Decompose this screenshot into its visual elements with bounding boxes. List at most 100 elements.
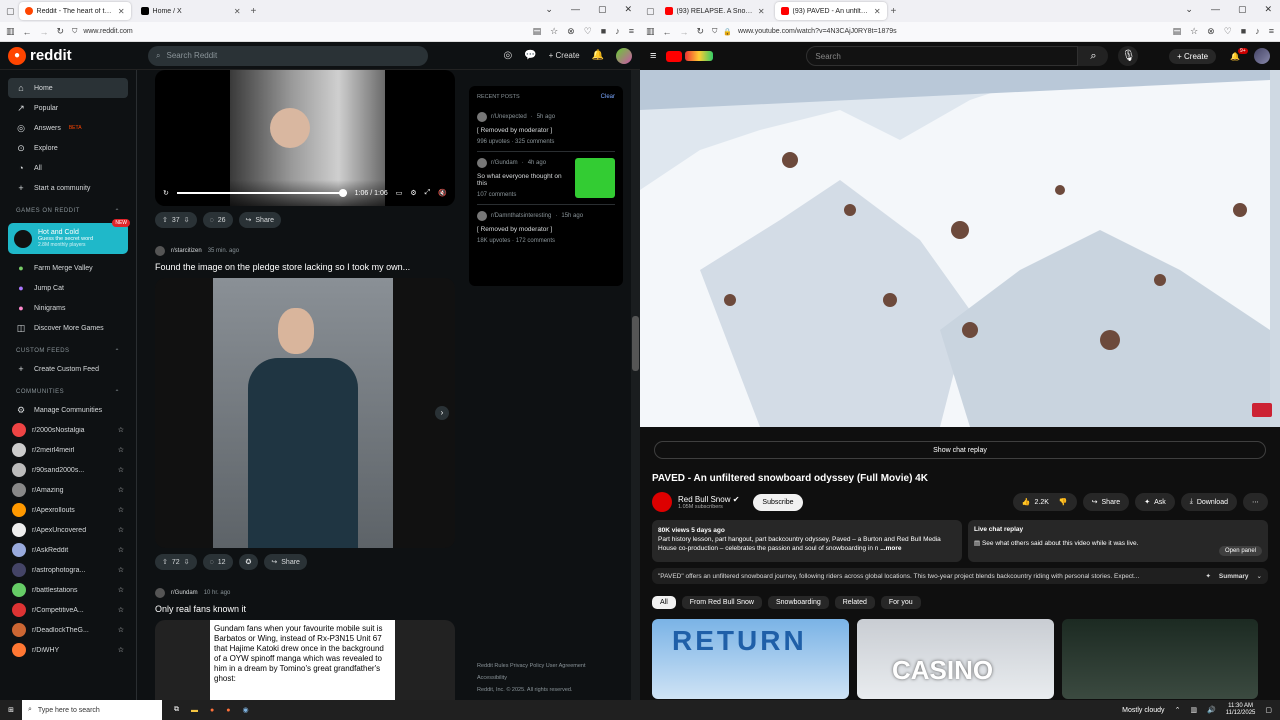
addon-icon[interactable]: ■ <box>1241 26 1246 37</box>
create-button[interactable]: + Create <box>549 51 580 60</box>
favorite-star-icon[interactable]: ☆ <box>118 506 124 514</box>
community-item[interactable]: r/DeadlockTheG... ☆ <box>8 620 128 640</box>
like-button[interactable]: 👍 2.2K 👎 <box>1012 493 1077 511</box>
weather-text[interactable]: Mostly cloudy <box>1122 707 1164 714</box>
custom-feeds-header[interactable]: CUSTOM FEEDS ⌃ <box>8 338 128 359</box>
community-item[interactable]: r/Amazing ☆ <box>8 480 128 500</box>
recent-post[interactable]: r/Damnthatsinteresting · 15h ago[ Removed … <box>477 205 615 250</box>
favorite-star-icon[interactable]: ☆ <box>118 586 124 594</box>
accessibility-link[interactable]: Accessibility <box>477 672 627 684</box>
bookmark-star-icon[interactable]: ☆ <box>1190 26 1198 37</box>
sidebar-item-all[interactable]: ◔ All <box>8 158 128 178</box>
maximize-icon[interactable]: ▢ <box>1238 4 1247 15</box>
bookmark-star-icon[interactable]: ☆ <box>550 26 558 37</box>
comments-button[interactable]: ◌ 12 <box>202 554 233 570</box>
close-tab-icon[interactable]: ✕ <box>758 7 765 16</box>
games-section-header[interactable]: GAMES ON REDDIT ⌃ <box>8 198 128 219</box>
close-tab-icon[interactable]: ✕ <box>118 7 125 16</box>
game-item[interactable]: ● Jump Cat <box>8 278 128 298</box>
create-button[interactable]: + Create <box>1169 48 1217 64</box>
list-tabs-icon[interactable]: ⌄ <box>545 4 553 15</box>
firefox-icon[interactable]: ● <box>226 707 230 714</box>
addon-icon[interactable]: ■ <box>601 26 606 37</box>
post-title[interactable]: Found the image on the pledge store lack… <box>155 262 455 272</box>
share-button[interactable]: ↪ Share <box>264 554 307 570</box>
subreddit-avatar[interactable] <box>155 588 165 598</box>
volume-icon[interactable]: 🔊 <box>1207 706 1216 714</box>
address-bar[interactable]: ⛉ www.reddit.com <box>72 24 525 40</box>
favorite-star-icon[interactable]: ☆ <box>118 606 124 614</box>
community-item[interactable]: r/DiWHY ☆ <box>8 640 128 660</box>
community-item[interactable]: r/Apexrollouts ☆ <box>8 500 128 520</box>
favorite-star-icon[interactable]: ☆ <box>118 646 124 654</box>
channel-avatar[interactable] <box>652 492 672 512</box>
sidebar-item-answers[interactable]: ◎ Answers BETA <box>8 118 128 138</box>
chip-all[interactable]: All <box>652 596 676 609</box>
favorite-star-icon[interactable]: ☆ <box>118 566 124 574</box>
community-item[interactable]: r/astrophotogra... ☆ <box>8 560 128 580</box>
tab-overview-icon[interactable]: ▢ <box>646 6 655 17</box>
footer-links[interactable]: Reddit Rules Privacy Policy User Agreeme… <box>477 660 627 672</box>
share-button[interactable]: ↪ Share <box>238 212 282 228</box>
close-window-icon[interactable]: ✕ <box>624 4 632 15</box>
windows-start-icon[interactable]: ⊞ <box>0 700 22 720</box>
captions-icon[interactable]: ▭ <box>396 189 403 197</box>
clock[interactable]: 11:30 AM 11/12/2025 <box>1226 703 1256 717</box>
tray-chevron-icon[interactable]: ⌃ <box>1175 706 1181 714</box>
pocket-icon[interactable]: ♡ <box>1224 26 1232 37</box>
reader-icon[interactable]: ▤ <box>1173 26 1182 37</box>
tab-paved[interactable]: (93) PAVED - An unfiltered snow ✕ <box>774 2 887 20</box>
sidebar-item-popular[interactable]: ↗ Popular <box>8 98 128 118</box>
download-button[interactable]: ⤓ Download <box>1180 493 1237 511</box>
next-image-icon[interactable]: › <box>435 406 449 420</box>
fullscreen-icon[interactable]: ⤢ <box>425 189 431 197</box>
open-panel-button[interactable]: Open panel <box>1218 546 1262 556</box>
chip-from-channel[interactable]: From Red Bull Snow <box>681 596 762 609</box>
scroll-thumb[interactable] <box>632 316 639 371</box>
notification-bell-icon[interactable]: 🔔 <box>592 50 604 61</box>
community-item[interactable]: r/2000sNostalgia ☆ <box>8 420 128 440</box>
thumbs-down-icon[interactable]: 👎 <box>1059 498 1068 506</box>
pocket-icon[interactable]: ♡ <box>584 26 592 37</box>
sidebar-toggle-icon[interactable]: ▥ <box>6 26 15 37</box>
community-item[interactable]: r/CompetitiveA... ☆ <box>8 600 128 620</box>
favorite-star-icon[interactable]: ☆ <box>118 626 124 634</box>
featured-game-card[interactable]: Hot and Cold Guess the secret word 2.8M mo… <box>8 219 130 254</box>
favorite-star-icon[interactable]: ☆ <box>118 446 124 454</box>
reader-icon[interactable]: ▤ <box>533 26 542 37</box>
audio-icon[interactable]: ♪ <box>1255 26 1260 37</box>
extension-icon[interactable]: ⊗ <box>567 26 575 37</box>
communities-header[interactable]: COMMUNITIES ⌃ <box>8 379 128 400</box>
ai-summary[interactable]: "PAVED" offers an unfiltered snowboard j… <box>652 568 1268 584</box>
community-item[interactable]: r/AskReddit ☆ <box>8 540 128 560</box>
chat-icon[interactable]: 💬 <box>524 50 536 61</box>
channel-name[interactable]: Red Bull Snow ✔ <box>678 495 739 504</box>
forward-icon[interactable]: → <box>40 27 49 37</box>
back-icon[interactable]: ← <box>663 27 672 37</box>
award-button[interactable]: ✪ <box>238 554 259 570</box>
hamburger-icon[interactable]: ≡ <box>650 50 656 62</box>
back-icon[interactable]: ← <box>23 27 32 37</box>
recent-post[interactable]: r/Unexpected · 5h ago[ Removed by moderato… <box>477 106 615 152</box>
upvote-icon[interactable]: ⇧ <box>162 216 168 224</box>
recent-post[interactable]: r/Gundam · 4h ago So what everyone thought … <box>477 152 615 205</box>
chip-related[interactable]: Related <box>834 596 875 609</box>
new-tab-icon[interactable]: + <box>251 6 257 17</box>
comments-button[interactable]: ◌ 26 <box>202 212 233 228</box>
replay-icon[interactable]: ↻ <box>163 189 169 197</box>
close-tab-icon[interactable]: ✕ <box>874 7 881 16</box>
favorite-star-icon[interactable]: ☆ <box>118 466 124 474</box>
youtube-search-input[interactable]: Search <box>806 46 1079 66</box>
firefox-icon[interactable]: ● <box>210 707 214 714</box>
settings-icon[interactable]: ⚙ <box>410 189 416 197</box>
list-tabs-icon[interactable]: ⌄ <box>1185 4 1193 15</box>
community-item[interactable]: r/ApexUncovered ☆ <box>8 520 128 540</box>
community-item[interactable]: r/battlestations ☆ <box>8 580 128 600</box>
favorite-star-icon[interactable]: ☆ <box>118 486 124 494</box>
more-link[interactable]: ...more <box>880 545 901 552</box>
new-tab-icon[interactable]: + <box>891 6 897 17</box>
downvote-icon[interactable]: ⇩ <box>184 558 190 566</box>
progress-handle[interactable] <box>338 189 347 197</box>
notification-bell-icon[interactable]: 🔔 9+ <box>1230 47 1248 61</box>
sidebar-item-start-community[interactable]: + Start a community <box>8 178 128 198</box>
